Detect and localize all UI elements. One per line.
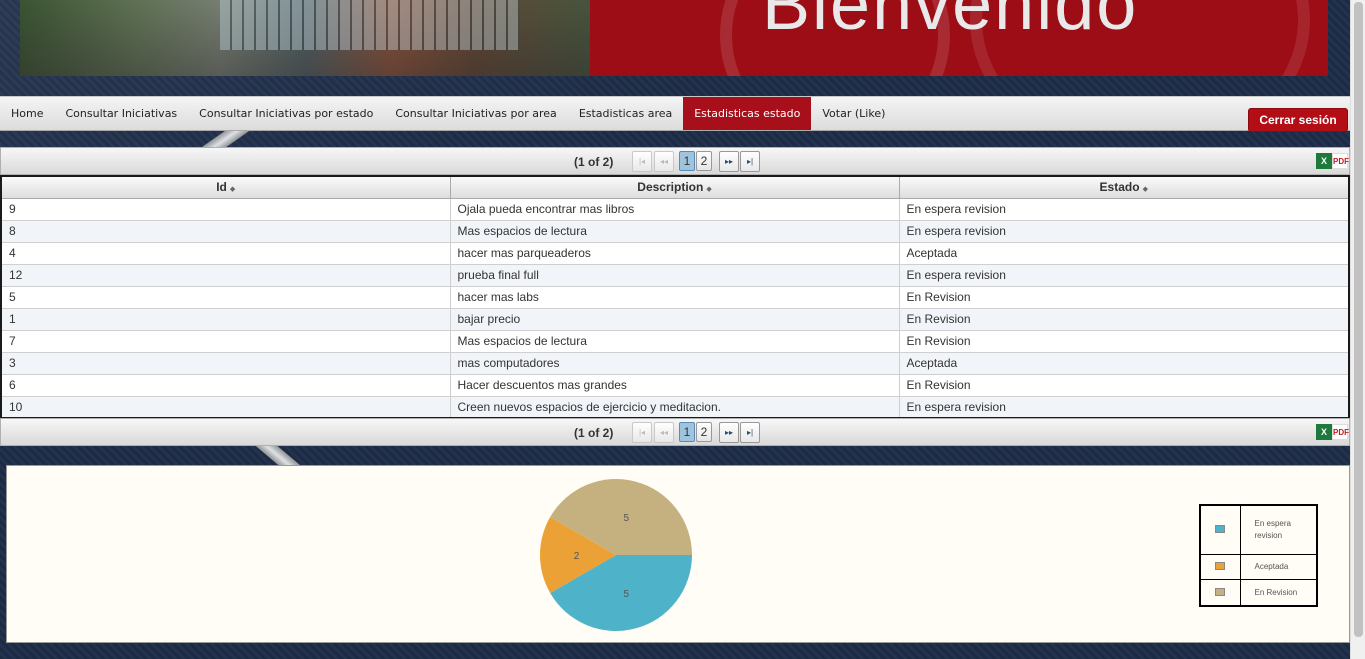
legend-item: Aceptada: [1199, 554, 1318, 581]
legend-item: En espera revision: [1199, 504, 1318, 556]
menu-item-consultar-iniciativas[interactable]: Consultar Iniciativas: [54, 97, 188, 130]
legend-label: En espera revision: [1239, 504, 1318, 556]
page-link-1[interactable]: 1: [679, 151, 695, 171]
excel-icon[interactable]: X: [1316, 424, 1332, 440]
pie-value-label: 5: [623, 589, 629, 600]
excel-icon[interactable]: X: [1316, 153, 1332, 169]
legend-swatch-espera: [1215, 525, 1226, 533]
page-report: (1 of 2): [574, 155, 614, 169]
campus-photo: [20, 0, 590, 76]
table-row: 6 Hacer descuentos mas grandes En Revision: [0, 373, 1350, 397]
menu-item-estadisticas-estado[interactable]: Estadisticas estado: [683, 97, 812, 130]
vertical-scrollbar[interactable]: [1350, 0, 1365, 659]
menu-item-consultar-por-area[interactable]: Consultar Iniciativas por area: [384, 97, 567, 130]
table-row: 8 Mas espacios de lectura En espera revisi…: [0, 219, 1350, 243]
logout-button[interactable]: Cerrar sesión: [1248, 108, 1348, 132]
pdf-icon[interactable]: PDF: [1332, 424, 1349, 440]
table-row: 9 Ojala pueda encontrar mas libros En espe…: [0, 197, 1350, 221]
legend-swatch-aceptada: [1215, 562, 1226, 571]
welcome-banner: Bienvenido: [590, 0, 1328, 76]
pie-chart-svg: 5 2 5: [540, 479, 692, 631]
sort-icon: ◆: [1142, 186, 1148, 194]
legend-item: En Revision: [1199, 579, 1318, 607]
legend-label: En Revision: [1239, 579, 1318, 607]
last-page-icon[interactable]: ▸|: [740, 151, 760, 172]
page-report: (1 of 2): [574, 426, 614, 440]
welcome-title: Bienvenido: [762, 0, 1139, 45]
pdf-icon[interactable]: PDF: [1332, 153, 1349, 169]
column-header-estado[interactable]: Estado ◆: [898, 175, 1350, 199]
table-row: 10 Creen nuevos espacios de ejercicio y m…: [0, 395, 1350, 419]
page-link-1[interactable]: 1: [679, 422, 695, 442]
menu-item-votar[interactable]: Votar (Like): [811, 97, 896, 130]
chart-legend: En espera revision Aceptada En Revision: [1199, 504, 1318, 607]
table-row: 4 hacer mas parqueaderos Aceptada: [0, 241, 1350, 265]
menu-item-estadisticas-area[interactable]: Estadisticas area: [568, 97, 683, 130]
first-page-icon[interactable]: |◂: [632, 151, 652, 172]
main-menu: Home Consultar Iniciativas Consultar Ini…: [0, 96, 1350, 132]
table-row: 12 prueba final full En espera revision: [0, 263, 1350, 287]
table-row: 7 Mas espacios de lectura En Revision: [0, 329, 1350, 353]
estado-pie-chart: 5 2 5 En espera revision Aceptada En Revis…: [6, 465, 1350, 643]
page-link-2[interactable]: 2: [696, 151, 712, 171]
pie-value-label: 5: [623, 513, 629, 524]
last-page-icon[interactable]: ▸|: [740, 422, 760, 443]
pie-value-label: 2: [574, 551, 580, 562]
iniciativas-table: Id ◆ Description ◆ Estado ◆ 9 Ojala pueda en…: [0, 175, 1350, 419]
first-page-icon[interactable]: |◂: [632, 422, 652, 443]
prev-page-icon[interactable]: ◂◂: [654, 151, 674, 172]
sort-icon: ◆: [706, 186, 712, 194]
paginator-bottom: (1 of 2) |◂ ◂◂ 1 2 ▸▸ ▸| X PDF: [0, 418, 1350, 446]
column-header-id[interactable]: Id ◆: [0, 175, 451, 199]
paginator-top: (1 of 2) |◂ ◂◂ 1 2 ▸▸ ▸| X PDF: [0, 147, 1350, 175]
next-page-icon[interactable]: ▸▸: [719, 151, 739, 172]
legend-swatch-revision: [1215, 587, 1226, 596]
header-banner: Bienvenido: [0, 0, 1350, 96]
prev-page-icon[interactable]: ◂◂: [654, 422, 674, 443]
sort-icon: ◆: [229, 186, 236, 194]
column-header-description[interactable]: Description ◆: [449, 175, 900, 199]
table-row: 3 mas computadores Aceptada: [0, 351, 1350, 375]
menu-item-consultar-por-estado[interactable]: Consultar Iniciativas por estado: [188, 97, 384, 130]
next-page-icon[interactable]: ▸▸: [719, 422, 739, 443]
table-row: 1 bajar precio En Revision: [0, 307, 1350, 331]
table-row: 5 hacer mas labs En Revision: [0, 285, 1350, 309]
menu-item-home[interactable]: Home: [0, 97, 54, 130]
legend-label: Aceptada: [1239, 554, 1318, 581]
page-link-2[interactable]: 2: [696, 422, 712, 442]
